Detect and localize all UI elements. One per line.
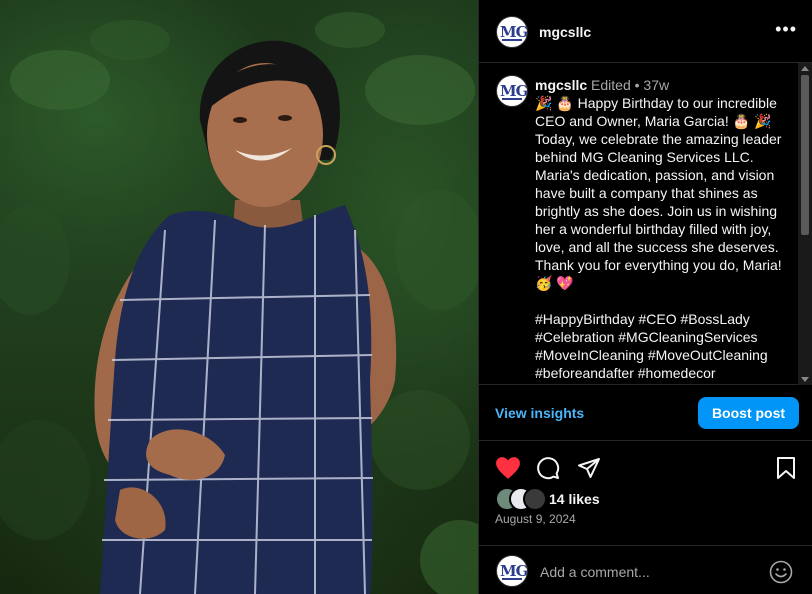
- liker-avatar: [523, 487, 547, 511]
- emoji-icon[interactable]: [769, 560, 793, 584]
- share-icon[interactable]: [577, 456, 601, 480]
- boost-post-button[interactable]: Boost post: [698, 397, 799, 429]
- caption-avatar[interactable]: MG: [496, 75, 528, 107]
- scroll-down-icon[interactable]: [801, 377, 809, 382]
- meta-separator: •: [634, 77, 640, 93]
- post-details-panel: MG mgcsllc ••• MG mgcsllc Edited • 37w 🎉 …: [478, 0, 812, 594]
- bookmark-icon[interactable]: [775, 456, 797, 480]
- caption-body: 🎉 🎂 Happy Birthday to our incredible CEO…: [535, 95, 786, 291]
- avatar-logo-underline: [502, 39, 522, 41]
- edited-label: Edited: [591, 77, 631, 93]
- comment-bar: MG Add a comment...: [479, 545, 812, 594]
- caption-text: mgcsllc Edited • 37w 🎉 🎂 Happy Birthday t…: [535, 76, 797, 382]
- profile-avatar[interactable]: MG: [496, 16, 528, 48]
- caption-section: MG mgcsllc Edited • 37w 🎉 🎂 Happy Birthda…: [479, 63, 812, 385]
- post-age[interactable]: 37w: [643, 77, 669, 93]
- scrollbar-thumb[interactable]: [801, 75, 809, 235]
- comment-input[interactable]: Add a comment...: [540, 564, 650, 580]
- portrait-image: [0, 12, 478, 594]
- commenter-avatar: MG: [496, 555, 528, 587]
- comment-icon[interactable]: [536, 456, 560, 480]
- avatar-logo-underline: [502, 578, 522, 580]
- caption-scrollbar[interactable]: [798, 63, 812, 385]
- avatar-logo-underline: [502, 98, 522, 100]
- heart-icon[interactable]: [495, 456, 521, 480]
- like-count[interactable]: 14 likes: [549, 491, 600, 507]
- post-header: MG mgcsllc •••: [479, 0, 812, 63]
- post-date: August 9, 2024: [495, 512, 576, 526]
- post-actions: [479, 450, 812, 486]
- scroll-up-icon[interactable]: [801, 66, 809, 71]
- promotion-bar: View insights Boost post: [479, 385, 812, 441]
- caption-hashtags[interactable]: #HappyBirthday #CEO #BossLady #Celebrati…: [535, 311, 772, 381]
- view-insights-link[interactable]: View insights: [495, 405, 584, 421]
- header-username[interactable]: mgcsllc: [539, 24, 591, 40]
- caption-username[interactable]: mgcsllc: [535, 77, 587, 93]
- post-photo[interactable]: [0, 0, 478, 594]
- more-options-icon[interactable]: •••: [775, 20, 797, 38]
